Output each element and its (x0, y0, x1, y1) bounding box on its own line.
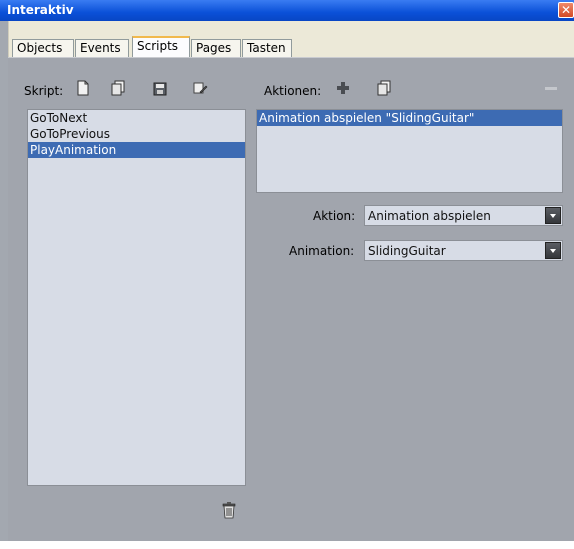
animation-value: SlidingGuitar (368, 244, 446, 258)
chevron-down-icon[interactable] (545, 242, 561, 259)
tab-objects[interactable]: Objects (12, 39, 74, 57)
aktion-label: Aktion: (313, 209, 356, 223)
list-item[interactable]: GoToPrevious (28, 126, 245, 142)
add-icon[interactable] (335, 80, 351, 96)
remove-icon[interactable] (543, 80, 559, 96)
list-item[interactable]: GoToNext (28, 110, 245, 126)
animation-label: Animation: (289, 244, 355, 258)
aktion-value: Animation abspielen (368, 209, 491, 223)
aktionen-label: Aktionen: (264, 84, 322, 98)
trash-icon[interactable] (221, 501, 237, 519)
animation-dropdown[interactable]: SlidingGuitar (364, 240, 563, 261)
actions-list[interactable]: Animation abspielen "SlidingGuitar" (256, 109, 563, 193)
new-document-icon[interactable] (75, 80, 91, 96)
list-item[interactable]: PlayAnimation (28, 142, 245, 158)
scripts-panel: Skript: GoToNext GoToPrevious PlayAnimat… (8, 57, 574, 542)
edit-icon[interactable] (192, 80, 208, 96)
tab-pages[interactable]: Pages (191, 39, 241, 57)
skript-label: Skript: (24, 84, 64, 98)
script-list[interactable]: GoToNext GoToPrevious PlayAnimation (27, 109, 246, 486)
title-bar[interactable]: Interaktiv ✕ (0, 0, 574, 21)
close-icon[interactable]: ✕ (558, 2, 574, 18)
list-item[interactable]: Animation abspielen "SlidingGuitar" (257, 110, 562, 126)
tab-strip: Objects Events Scripts Pages Tasten (8, 21, 574, 57)
aktion-dropdown[interactable]: Animation abspielen (364, 205, 563, 226)
tab-scripts[interactable]: Scripts (132, 36, 190, 57)
window-title: Interaktiv (7, 3, 74, 17)
chevron-down-icon[interactable] (545, 207, 561, 224)
duplicate-icon[interactable] (110, 80, 126, 96)
tab-tasten[interactable]: Tasten (242, 39, 292, 57)
bottom-edge (0, 541, 574, 549)
duplicate-icon[interactable] (376, 80, 392, 96)
tab-events[interactable]: Events (75, 39, 129, 57)
save-icon[interactable] (152, 81, 168, 97)
interaktiv-window: Interaktiv ✕ Objects Events Scripts Page… (0, 0, 574, 549)
